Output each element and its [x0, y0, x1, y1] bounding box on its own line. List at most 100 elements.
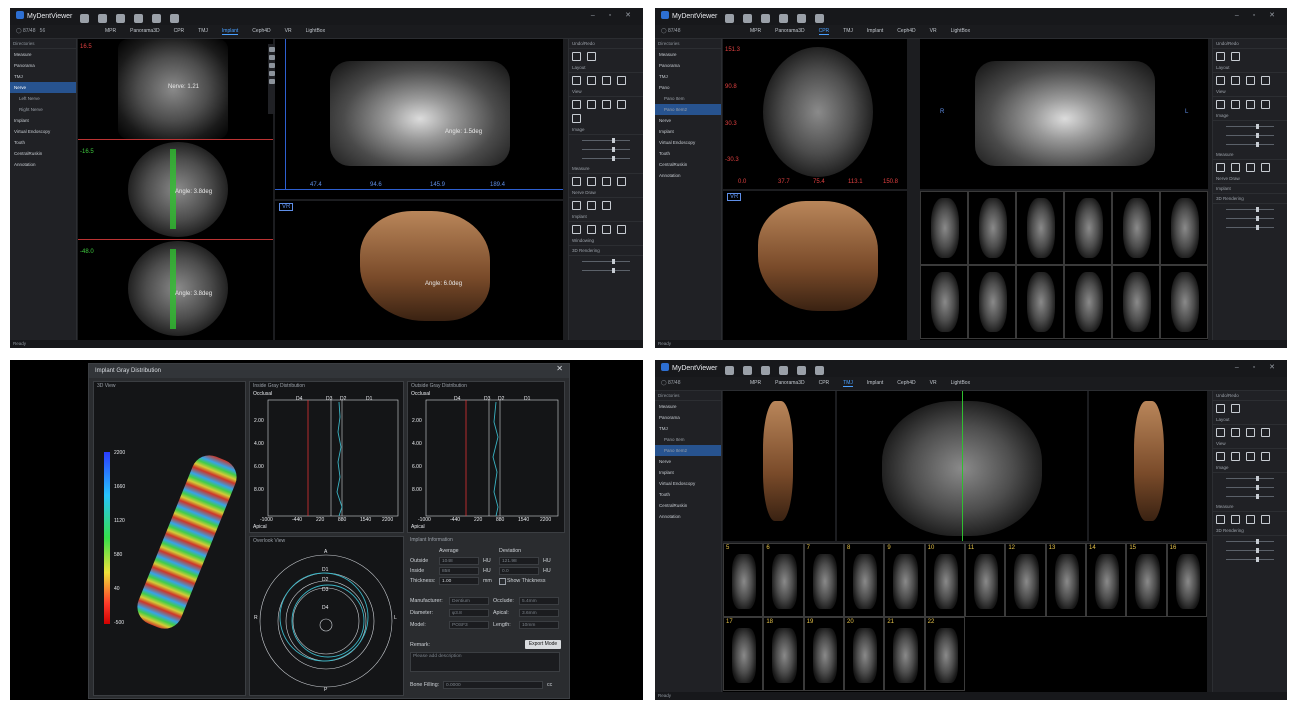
thickness-field[interactable]: 1.00: [439, 577, 479, 585]
inside-distribution-panel[interactable]: Inside Gray Distribution Occlusal Apical…: [249, 381, 404, 533]
contrast-slider[interactable]: [1216, 132, 1284, 139]
tab-ceph4d[interactable]: Ceph4D: [897, 380, 915, 386]
tmj-slice[interactable]: 14: [1086, 543, 1127, 617]
tmj-slice[interactable]: 12: [1005, 543, 1046, 617]
outside-distribution-panel[interactable]: Outside Gray Distribution Occlusal Apica…: [407, 381, 565, 533]
threshold-slider[interactable]: [1216, 547, 1284, 554]
tmj-slice[interactable]: 18: [763, 617, 804, 691]
cpr-slice[interactable]: [968, 265, 1016, 339]
brightness-slider[interactable]: [1216, 123, 1284, 130]
dir-item-tooth[interactable]: Tooth: [655, 489, 721, 500]
cpr-slice[interactable]: [968, 191, 1016, 265]
tab-tmj[interactable]: TMJ: [843, 28, 853, 34]
outside-average-field[interactable]: 1048: [439, 557, 479, 565]
zoom-fit-icon[interactable]: [617, 100, 626, 109]
tab-panorama3d[interactable]: Panorama3D: [775, 28, 804, 34]
pan-icon[interactable]: [572, 100, 581, 109]
opacity-slider[interactable]: [1216, 206, 1284, 213]
opacity-slider[interactable]: [572, 258, 640, 265]
tab-mpr[interactable]: MPR: [105, 28, 116, 34]
folder-icon[interactable]: [725, 14, 734, 23]
cpr-slice[interactable]: [1016, 265, 1064, 339]
cross-section-grid[interactable]: [920, 191, 1208, 340]
help-icon[interactable]: [797, 14, 806, 23]
dir-item-panorama[interactable]: Panorama: [655, 60, 721, 71]
print-icon[interactable]: [761, 366, 770, 375]
zoom-fit-icon[interactable]: [1261, 452, 1270, 461]
layout-4-icon[interactable]: [617, 76, 626, 85]
threshold-slider[interactable]: [1216, 215, 1284, 222]
inside-deviation-field[interactable]: 0.0: [499, 567, 539, 575]
opacity-slider[interactable]: [1216, 538, 1284, 545]
cpr-slice[interactable]: [1016, 191, 1064, 265]
threshold-slider[interactable]: [572, 267, 640, 274]
dir-item-annotation[interactable]: Annotation: [655, 511, 721, 522]
quality-slider[interactable]: [1216, 556, 1284, 563]
cpr-slice[interactable]: [920, 191, 968, 265]
pan-icon[interactable]: [1216, 100, 1225, 109]
dir-item-pano-item2[interactable]: Pano Item2: [655, 445, 721, 456]
print-icon[interactable]: [116, 14, 125, 23]
sharpness-slider[interactable]: [1216, 141, 1284, 148]
window-controls[interactable]: – ▫ ✕: [1235, 11, 1281, 19]
dir-item-virtual-endoscopy[interactable]: Virtual Endoscopy: [655, 137, 721, 148]
zoom-fit-icon[interactable]: [1261, 100, 1270, 109]
dir-item-tooth[interactable]: Tooth: [10, 137, 76, 148]
tmj-slice[interactable]: 5: [723, 543, 764, 617]
layout-4-icon[interactable]: [1261, 428, 1270, 437]
implant-3d-icon[interactable]: [602, 225, 611, 234]
cpr-slice[interactable]: [1160, 265, 1208, 339]
vr-tag[interactable]: VR: [279, 203, 294, 211]
description-textarea[interactable]: Please add description: [410, 652, 560, 672]
rotate-icon[interactable]: [587, 100, 596, 109]
gear-icon[interactable]: [134, 14, 143, 23]
line-measure-icon[interactable]: [1216, 515, 1225, 524]
area-measure-icon[interactable]: [1261, 163, 1270, 172]
axial-tmj-view[interactable]: [837, 391, 1087, 541]
save-icon[interactable]: [743, 366, 752, 375]
dir-item-centralruskin[interactable]: CentralRuskin: [655, 500, 721, 511]
dir-item-left-nerve[interactable]: Left Nerve: [10, 93, 76, 104]
layout-1-icon[interactable]: [572, 76, 581, 85]
dir-item-measure[interactable]: Measure: [655, 401, 721, 412]
tmj-slice[interactable]: 19: [803, 617, 844, 691]
tab-lightbox[interactable]: LightBox: [951, 28, 970, 34]
layout-3-icon[interactable]: [1246, 76, 1255, 85]
close-icon[interactable]: ✕: [556, 364, 563, 373]
outside-deviation-field[interactable]: 121.98: [499, 557, 539, 565]
area-measure-icon[interactable]: [617, 177, 626, 186]
tab-tmj[interactable]: TMJ: [843, 380, 853, 387]
save-icon[interactable]: [98, 14, 107, 23]
info-icon[interactable]: [170, 14, 179, 23]
tab-panorama3d[interactable]: Panorama3D: [130, 28, 159, 34]
tmj-slice[interactable]: 8: [844, 543, 885, 617]
dir-item-nerve[interactable]: Nerve: [655, 456, 721, 467]
window-controls[interactable]: – ▫ ✕: [1235, 363, 1281, 371]
quality-slider[interactable]: [1216, 224, 1284, 231]
dir-item-tmj[interactable]: TMJ: [10, 71, 76, 82]
layout-1-icon[interactable]: [1216, 76, 1225, 85]
undo-icon[interactable]: [572, 52, 581, 61]
axial-view[interactable]: 151.3 90.8 30.3 -30.3 0.0 37.7 75.4 113.…: [723, 39, 907, 189]
right-condyle-render[interactable]: [1089, 391, 1207, 541]
tab-ceph4d[interactable]: Ceph4D: [252, 28, 270, 34]
cpr-slice[interactable]: [920, 265, 968, 339]
tab-cpr[interactable]: CPR: [818, 28, 830, 35]
area-measure-icon[interactable]: [1261, 515, 1270, 524]
layout-2-icon[interactable]: [1231, 76, 1240, 85]
export-mode-button[interactable]: Export Mode: [525, 640, 561, 649]
redo-icon[interactable]: [587, 52, 596, 61]
dir-item-centralruskin[interactable]: CentralRuskin: [655, 159, 721, 170]
tmj-slice[interactable]: 17: [723, 617, 764, 691]
bone-filling-field[interactable]: 0.0000: [443, 681, 543, 689]
volume-render-view[interactable]: VR: [723, 191, 907, 340]
window-controls[interactable]: – ▫ ✕: [591, 11, 637, 19]
implant-list-icon[interactable]: [617, 225, 626, 234]
tab-ceph4d[interactable]: Ceph4D: [897, 28, 915, 34]
dir-item-panorama[interactable]: Panorama: [10, 60, 76, 71]
inside-average-field[interactable]: 858: [439, 567, 479, 575]
rotate-icon[interactable]: [1231, 452, 1240, 461]
layout-1-icon[interactable]: [1216, 428, 1225, 437]
tab-lightbox[interactable]: LightBox: [951, 380, 970, 386]
tmj-slice[interactable]: 22: [924, 617, 965, 691]
